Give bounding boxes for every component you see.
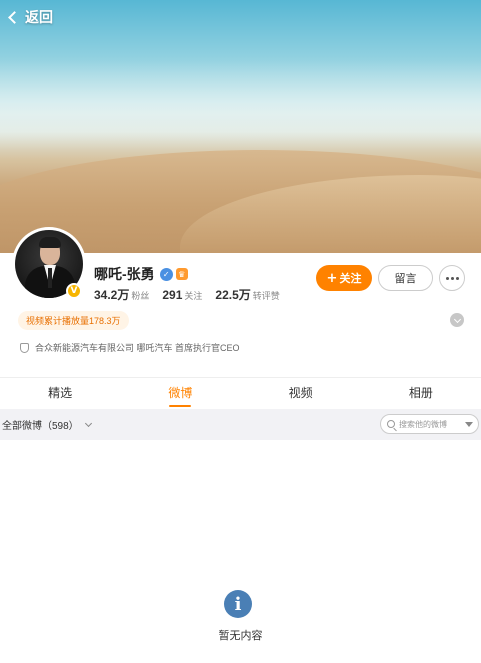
- expand-profile-button[interactable]: [450, 313, 464, 327]
- profile-banner: [0, 0, 481, 253]
- verified-v-icon: V: [66, 283, 82, 299]
- stat-value: 22.5万: [215, 288, 251, 302]
- plus-icon: +: [326, 270, 338, 286]
- stat-label: 转评赞: [252, 291, 280, 301]
- more-dots-icon: [445, 276, 459, 280]
- empty-state-text: 暂无内容: [218, 630, 263, 642]
- play-count-badge: 视频累计播放量178.3万: [18, 311, 129, 330]
- tab-featured[interactable]: 精选: [0, 378, 120, 408]
- profile-name: 哪吒-张勇: [94, 266, 155, 282]
- back-label: 返回: [25, 10, 53, 26]
- stat-value: 34.2万: [94, 288, 130, 302]
- dropdown-triangle-icon[interactable]: [465, 422, 473, 427]
- shield-icon: [20, 342, 29, 353]
- back-button[interactable]: 返回: [8, 7, 53, 27]
- follow-label: 关注: [339, 272, 362, 285]
- search-input[interactable]: 搜索他的微博: [380, 414, 479, 434]
- search-placeholder: 搜索他的微博: [399, 419, 447, 429]
- info-icon: i: [224, 590, 252, 618]
- tab-album[interactable]: 相册: [361, 378, 481, 408]
- filter-label: 全部微博（598）: [2, 421, 79, 432]
- chevron-down-icon: [84, 419, 92, 427]
- profile-stats: 34.2万 粉丝 291 关注 22.5万 转评赞: [94, 286, 293, 303]
- avatar[interactable]: V: [12, 227, 86, 301]
- verified-icon[interactable]: ✓: [159, 267, 173, 281]
- stat-followers[interactable]: 34.2万 粉丝: [94, 286, 149, 303]
- tab-video[interactable]: 视频: [241, 378, 361, 408]
- message-button[interactable]: 留言: [378, 265, 433, 291]
- banner-haze: [0, 60, 481, 150]
- profile-tabs: 精选 微博 视频 相册: [0, 377, 481, 408]
- play-count-text: 视频累计播放量178.3万: [26, 316, 121, 326]
- stat-label: 关注: [184, 291, 203, 301]
- avatar-tie: [48, 268, 52, 288]
- company-info: 合众新能源汽车有限公司 哪吒汽车 首席执行官CEO: [20, 341, 240, 354]
- stat-following[interactable]: 291 关注: [162, 288, 202, 302]
- more-button[interactable]: [439, 265, 465, 291]
- tab-weibo[interactable]: 微博: [120, 378, 240, 408]
- name-row: 哪吒-张勇 ✓ ♛: [94, 264, 188, 284]
- avatar-hair: [39, 237, 61, 248]
- filter-bar: 全部微博（598） 搜索他的微博: [0, 409, 481, 440]
- chevron-down-icon: [453, 315, 461, 323]
- stat-label: 粉丝: [131, 291, 150, 301]
- stat-value: 291: [162, 288, 183, 302]
- company-text: 合众新能源汽车有限公司 哪吒汽车 首席执行官CEO: [35, 343, 240, 353]
- crown-icon[interactable]: ♛: [175, 268, 188, 280]
- weibo-filter-dropdown[interactable]: 全部微博（598）: [2, 417, 92, 432]
- search-icon: [387, 420, 395, 428]
- follow-button[interactable]: + 关注: [316, 265, 372, 291]
- chevron-left-icon: [8, 10, 21, 24]
- message-label: 留言: [394, 272, 417, 285]
- stat-reposts[interactable]: 22.5万 转评赞: [215, 286, 279, 303]
